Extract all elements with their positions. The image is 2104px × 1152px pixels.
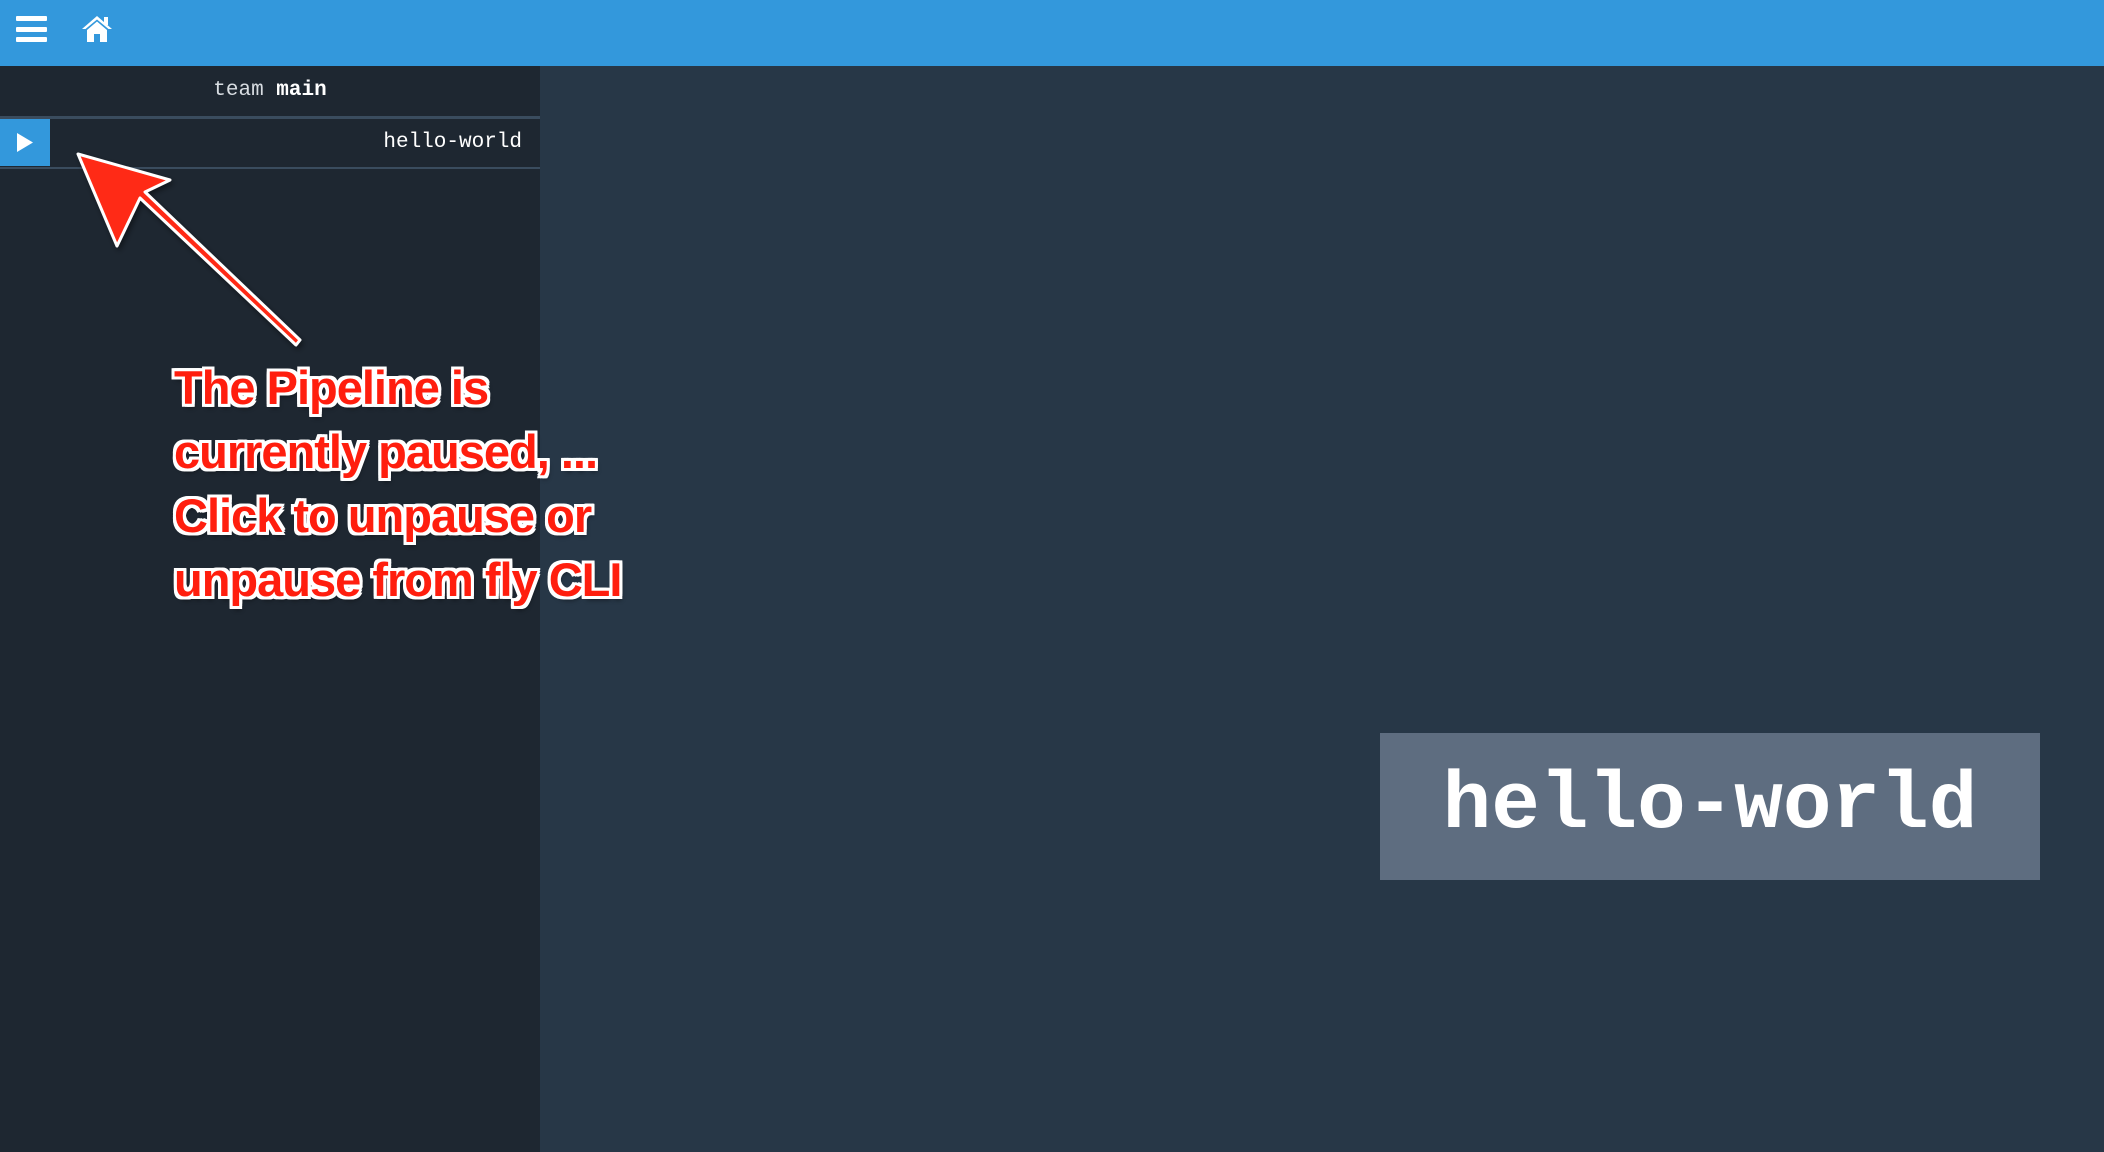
play-icon[interactable]: [0, 119, 50, 166]
annotation-line: currently paused, ...: [174, 425, 598, 478]
pipeline-title-badge: hello-world: [1380, 733, 2040, 880]
sidebar-item-pipeline[interactable]: hello-world: [0, 119, 540, 166]
team-prefix: team: [213, 79, 264, 102]
team-name: main: [276, 79, 327, 102]
unpause-pipeline-button[interactable]: [0, 119, 50, 166]
annotation-line: unpause from fly CLI: [174, 553, 622, 606]
annotation-line: Click to unpause or: [174, 489, 592, 542]
pipeline-link[interactable]: hello-world: [383, 119, 522, 166]
annotation-callout: The Pipeline is currently paused, ... Cl…: [174, 356, 694, 612]
divider: [0, 167, 540, 169]
annotation-line: The Pipeline is: [174, 361, 489, 414]
top-bar: [0, 0, 2104, 66]
team-header: team main: [0, 66, 540, 116]
hamburger-menu-icon[interactable]: [16, 16, 47, 42]
home-icon[interactable]: [81, 13, 113, 43]
